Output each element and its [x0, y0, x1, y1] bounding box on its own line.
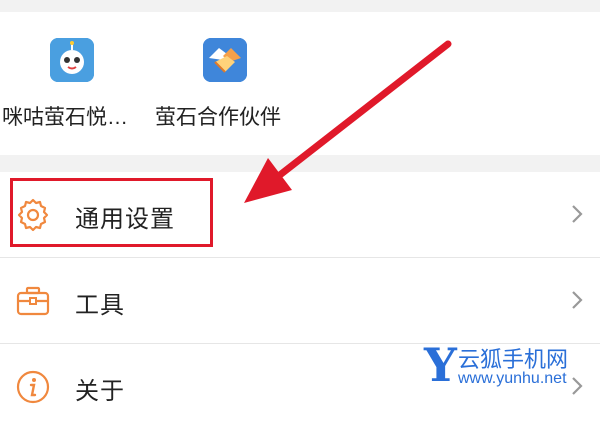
- robot-mascot-icon: [50, 38, 94, 82]
- chevron-right-icon: [564, 287, 590, 313]
- toolbox-icon: [14, 282, 52, 320]
- top-gap: [0, 0, 600, 12]
- watermark-url: www.yunhu.net: [458, 370, 567, 387]
- apps-section: 咪咕萤石悦… 萤石合作伙伴: [0, 12, 600, 155]
- info-icon: [14, 368, 52, 406]
- section-gap: [0, 155, 600, 172]
- menu-label: 关于: [75, 378, 125, 405]
- handshake-icon: [203, 38, 247, 82]
- watermark-logo-letter: Y: [424, 338, 457, 392]
- watermark: Y 云狐手机网 www.yunhu.net: [424, 338, 600, 396]
- app-ezviz-partner[interactable]: 萤石合作伙伴: [150, 38, 310, 138]
- chevron-right-icon: [564, 201, 590, 227]
- app-label: 萤石合作伙伴: [155, 106, 281, 129]
- app-label: 咪咕萤石悦…: [2, 106, 128, 129]
- menu-item-tools[interactable]: 工具: [0, 258, 600, 344]
- highlight-box: [10, 178, 213, 247]
- menu-label: 工具: [75, 292, 125, 319]
- app-migu-ezviz[interactable]: 咪咕萤石悦…: [0, 38, 140, 138]
